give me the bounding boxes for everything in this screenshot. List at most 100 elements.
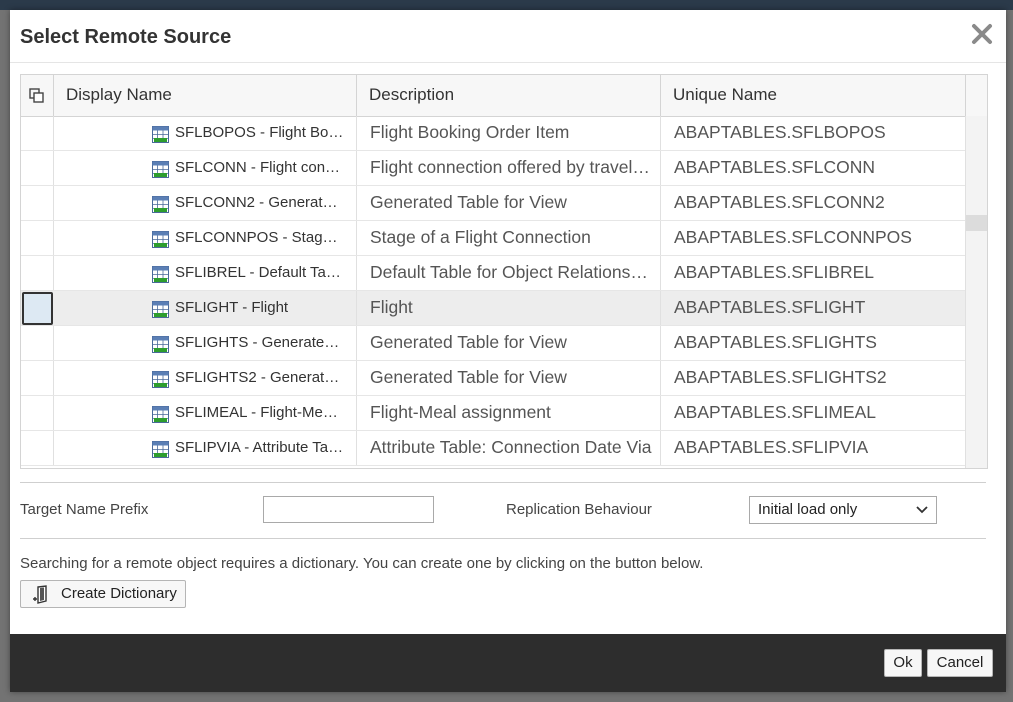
unique-name-text: ABAPTABLES.SFLBOPOS <box>674 122 886 142</box>
description-cell: Stage of a Flight Connection <box>357 221 661 255</box>
table-row[interactable]: SFLIGHTS2 - Generated Table for View Gene… <box>21 361 966 396</box>
replication-behaviour-value: Initial load only <box>758 501 858 518</box>
unique-name-text: ABAPTABLES.SFLIPVIA <box>674 437 869 457</box>
display-name-cell: SFLIMEAL - Flight-Meal assignment <box>54 396 357 430</box>
unique-name-cell: ABAPTABLES.SFLIGHT <box>661 291 966 325</box>
description-cell: Flight-Meal assignment <box>357 396 661 430</box>
description-text: Flight-Meal assignment <box>370 402 551 422</box>
replication-behaviour-select[interactable]: Initial load only <box>749 496 937 524</box>
display-name-text: SFLIGHTS2 - Generated Table for View <box>175 369 345 386</box>
table-icon <box>152 336 169 353</box>
scrollbar-thumb[interactable] <box>966 215 987 231</box>
table-icon <box>152 126 169 143</box>
display-name-cell: SFLIGHTS - Generated Table for View <box>54 326 357 360</box>
unique-name-cell: ABAPTABLES.SFLBOPOS <box>661 116 966 150</box>
unique-name-cell: ABAPTABLES.SFLCONNPOS <box>661 221 966 255</box>
display-name-text: SFLBOPOS - Flight Booking Order Item <box>175 124 345 141</box>
copy-icon[interactable] <box>29 88 45 104</box>
display-name-cell: SFLCONN - Flight connection offered by t… <box>54 151 357 185</box>
table-icon <box>152 161 169 178</box>
row-select-cell[interactable] <box>21 151 54 185</box>
ok-button[interactable]: Ok <box>884 649 922 677</box>
unique-name-text: ABAPTABLES.SFLCONN <box>674 157 875 177</box>
display-name-cell: SFLCONN2 - Generated Table for View <box>54 186 357 220</box>
target-name-prefix-label: Target Name Prefix <box>20 501 149 518</box>
add-dictionary-icon <box>33 585 47 604</box>
close-icon[interactable] <box>970 22 994 46</box>
description-text: Generated Table for View <box>370 332 567 352</box>
table-icon <box>152 441 169 458</box>
row-select-cell[interactable] <box>21 431 54 465</box>
row-select-cell[interactable] <box>21 186 54 220</box>
display-name-text: SFLCONN2 - Generated Table for View <box>175 194 345 211</box>
display-name-text: SFLIPVIA - Attribute Table: Connection D… <box>175 439 345 456</box>
description-cell: Generated Table for View <box>357 186 661 220</box>
unique-name-text: ABAPTABLES.SFLIMEAL <box>674 402 876 422</box>
form-divider-bottom <box>20 538 986 539</box>
row-select-cell[interactable] <box>21 396 54 430</box>
row-select-cell[interactable] <box>21 221 54 255</box>
table-icon <box>152 231 169 248</box>
unique-name-text: ABAPTABLES.SFLIGHTS2 <box>674 367 887 387</box>
remote-source-table: Display Name Description Unique Name SFL… <box>20 74 988 469</box>
table-icon <box>152 371 169 388</box>
unique-name-cell: ABAPTABLES.SFLIGHTS2 <box>661 361 966 395</box>
row-select-cell[interactable] <box>21 256 54 290</box>
vertical-scrollbar[interactable] <box>965 116 987 468</box>
unique-name-cell: ABAPTABLES.SFLIGHTS <box>661 326 966 360</box>
description-cell: Default Table for Object Relationships <box>357 256 661 290</box>
display-name-cell: SFLIGHT - Flight <box>54 291 357 325</box>
dictionary-info-text: Searching for a remote object requires a… <box>20 555 704 572</box>
table-row[interactable]: SFLIMEAL - Flight-Meal assignment Flight-… <box>21 396 966 431</box>
form-divider-top <box>20 482 986 483</box>
column-header-unique-name[interactable]: Unique Name <box>661 75 966 116</box>
select-all-cell[interactable] <box>21 75 54 116</box>
table-icon <box>152 406 169 423</box>
table-row[interactable]: SFLCONN - Flight connection offered by t… <box>21 151 966 186</box>
table-icon <box>152 266 169 283</box>
display-name-text: SFLIGHT - Flight <box>175 299 289 316</box>
create-dictionary-label: Create Dictionary <box>61 585 177 602</box>
table-row[interactable]: SFLIGHT - Flight Flight ABAPTABLES.SFLIGHT <box>21 291 966 326</box>
row-select-cell[interactable] <box>22 292 53 325</box>
cancel-button[interactable]: Cancel <box>927 649 993 677</box>
column-header-description[interactable]: Description <box>357 75 661 116</box>
table-row[interactable]: SFLCONNPOS - Stage of a Flight Connectio… <box>21 221 966 256</box>
description-cell: Generated Table for View <box>357 326 661 360</box>
description-cell: Attribute Table: Connection Date Via <box>357 431 661 465</box>
title-divider <box>10 62 1006 63</box>
background-topbar <box>0 0 1013 10</box>
chevron-down-icon <box>916 506 928 514</box>
description-text: Generated Table for View <box>370 192 567 212</box>
description-cell: Flight Booking Order Item <box>357 116 661 150</box>
row-select-cell[interactable] <box>21 361 54 395</box>
table-row[interactable]: SFLIPVIA - Attribute Table: Connection D… <box>21 431 966 466</box>
unique-name-text: ABAPTABLES.SFLIBREL <box>674 262 875 282</box>
description-text: Flight Booking Order Item <box>370 122 570 142</box>
unique-name-cell: ABAPTABLES.SFLIPVIA <box>661 431 966 465</box>
target-name-prefix-input[interactable] <box>263 496 434 523</box>
row-select-cell[interactable] <box>21 116 54 150</box>
table-row[interactable]: SFLCONN2 - Generated Table for View Gener… <box>21 186 966 221</box>
row-select-cell[interactable] <box>21 326 54 360</box>
display-name-cell: SFLCONNPOS - Stage of a Flight Connectio… <box>54 221 357 255</box>
table-row[interactable]: SFLIGHTS - Generated Table for View Gener… <box>21 326 966 361</box>
description-cell: Flight connection offered by travel agen… <box>357 151 661 185</box>
table-icon <box>152 301 169 318</box>
table-row[interactable]: SFLIBREL - Default Table for Object Rela… <box>21 256 966 291</box>
description-text: Generated Table for View <box>370 367 567 387</box>
unique-name-text: ABAPTABLES.SFLIGHTS <box>674 332 877 352</box>
unique-name-cell: ABAPTABLES.SFLIMEAL <box>661 396 966 430</box>
column-header-display-name[interactable]: Display Name <box>54 75 357 116</box>
description-text: Default Table for Object Relationships <box>370 262 652 282</box>
description-text: Stage of a Flight Connection <box>370 227 591 247</box>
table-header: Display Name Description Unique Name <box>21 75 987 117</box>
unique-name-cell: ABAPTABLES.SFLIBREL <box>661 256 966 290</box>
display-name-cell: SFLIBREL - Default Table for Object Rela… <box>54 256 357 290</box>
display-name-text: SFLIGHTS - Generated Table for View <box>175 334 345 351</box>
table-row[interactable]: SFLBOPOS - Flight Booking Order Item Flig… <box>21 116 966 151</box>
unique-name-text: ABAPTABLES.SFLIGHT <box>674 297 866 317</box>
description-text: Attribute Table: Connection Date Via <box>370 437 652 457</box>
create-dictionary-button[interactable]: Create Dictionary <box>20 580 186 608</box>
replication-behaviour-label: Replication Behaviour <box>506 501 652 518</box>
